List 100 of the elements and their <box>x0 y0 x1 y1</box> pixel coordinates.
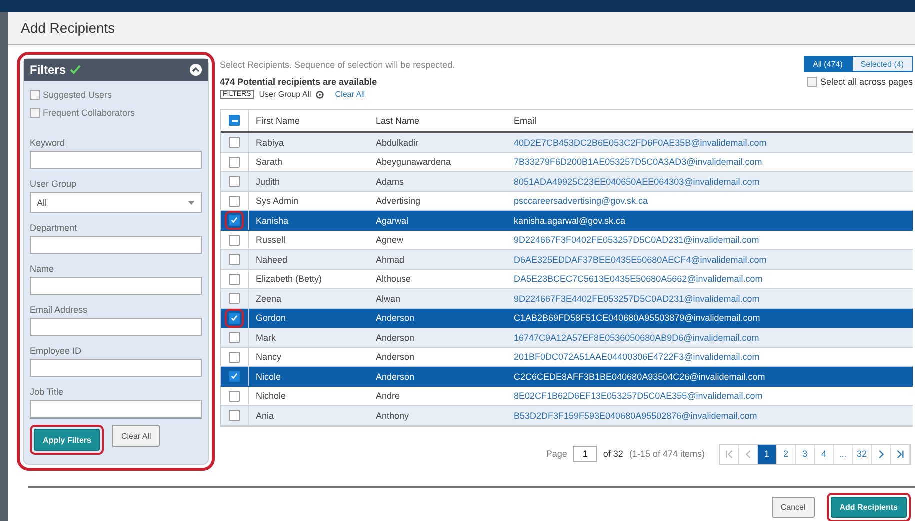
email-cell-text: C1AB2B69FD58F51CE040680A95503879@invalidemail.com <box>513 312 762 325</box>
items-range-text: (1-15 of 474 items) <box>629 449 705 459</box>
table-row[interactable]: Ania Anthony B53D2DF3F159F593E040680A95502876@invalidemail.com <box>221 406 913 426</box>
available-count-text: 474 Potential recipients are available <box>220 77 378 87</box>
table-cell-text: Sys Admin <box>255 195 300 208</box>
table-row[interactable]: Naheed Ahmad D6AE325EDDAF37BEE0435E50680AECF4@invalidemail.com <box>221 250 913 270</box>
table-cell-text: Abeygunawardena <box>375 156 452 169</box>
page-label: Page <box>546 449 568 459</box>
table-cell-text: Nicole <box>255 370 282 384</box>
row-checkbox[interactable] <box>229 137 240 148</box>
table-cell-text: Andre <box>375 390 402 403</box>
table-row[interactable]: Nicole Anderson C2C6CEDE8AFF3B1BE040680A93504C26@invalidemail.com <box>221 367 913 386</box>
email-cell-text: 7B33279F6D200B1AE053257D5C0A3AD3@invalidemail.com <box>513 156 764 169</box>
select-all-rows-checkbox[interactable] <box>229 115 240 126</box>
column-header[interactable]: Last Name <box>369 110 507 131</box>
table-row[interactable]: Sarath Abeygunawardena 7B33279F6D200B1AE053257D5C0A3AD3@invalidemail.com <box>221 152 913 172</box>
table-row[interactable]: Sys Admin Advertising psccareersadvertising@gov.sk.ca <box>221 192 913 211</box>
field-label: Email Address <box>30 305 89 315</box>
clear-all-link[interactable]: Clear All <box>335 90 366 99</box>
table-cell-text: Kanisha <box>255 214 290 228</box>
row-checkbox[interactable] <box>229 312 240 324</box>
row-checkbox[interactable] <box>229 234 240 246</box>
row-checkbox[interactable] <box>229 254 240 265</box>
table-row[interactable]: Kanisha Agarwal kanisha.agarwal@gov.sk.ca <box>221 211 913 230</box>
row-checkbox[interactable] <box>229 293 240 304</box>
table-row[interactable]: Mark Anderson 16747C9A12A57EF8E0536050680AB9D6@invalidemail.com <box>221 328 913 348</box>
input-field[interactable] <box>30 236 202 254</box>
table-cell-text: Naheed <box>255 254 289 266</box>
email-cell-text: 40D2E7CB453DC2B6E053C2FD6F0AE35B@invalidemail.com <box>513 136 768 150</box>
table-row[interactable]: Nichole Andre 8E02CF1B62D6EF13E053257D5C0AE355@invalidemail.com <box>221 386 913 406</box>
email-cell-text: psccareersadvertising@gov.sk.ca <box>513 195 650 208</box>
field-label: Employee ID <box>30 346 83 356</box>
table-row[interactable]: Judith Adams 8051ADA49925C23EE040650AEE064303@invalidemail.com <box>221 172 913 192</box>
table-row[interactable]: Zeena Alwan 9D224667F3E4402FE053257D5C0AD231@invalidemail.com <box>221 289 913 308</box>
table-cell-text: Nichole <box>255 390 288 403</box>
column-header[interactable]: First Name <box>249 110 369 131</box>
row-checkbox[interactable] <box>229 352 240 362</box>
table-cell-text: Anderson <box>375 332 416 344</box>
select-field[interactable]: All <box>30 192 202 213</box>
table-cell-text: Sarath <box>255 156 284 169</box>
row-checkbox[interactable] <box>229 196 240 206</box>
table-cell-text: Judith <box>255 176 282 188</box>
row-checkbox[interactable] <box>229 176 240 187</box>
email-cell-text: 8051ADA49925C23EE040650AEE064303@invalidemail.com <box>513 176 761 188</box>
remove-icon[interactable] <box>316 90 324 98</box>
table-cell-text: Althouse <box>375 273 412 286</box>
table-cell-text: Abdulkadir <box>375 136 420 150</box>
view-tab[interactable]: Selected (4) <box>852 56 913 72</box>
input-field[interactable] <box>30 318 202 336</box>
table-row[interactable]: Gordon Anderson C1AB2B69FD58F51CE040680A95503879@invalidemail.com <box>221 308 913 328</box>
row-checkbox[interactable] <box>229 371 240 382</box>
column-header[interactable]: Email <box>507 110 913 131</box>
table-cell-text: Elizabeth (Betty) <box>255 273 324 286</box>
input-field[interactable] <box>30 151 202 169</box>
row-checkbox[interactable] <box>229 215 240 226</box>
field-label: Job Title <box>30 387 65 397</box>
table-row[interactable]: Rabiya Abdulkadir 40D2E7CB453DC2B6E053C2FD6F0AE35B@invalidemail.com <box>221 133 913 152</box>
email-cell-text: DA5E23BCEC7C5613E0435E50680A5662@invalidemail.com <box>513 273 764 286</box>
field-label: Keyword <box>30 138 66 148</box>
table-row[interactable]: Nancy Anderson 201BF0DC072A51AAE04400306E4722F3@invalidemail.com <box>221 348 913 367</box>
page-input[interactable]: 1 <box>573 446 598 462</box>
filters-title: Filters <box>30 63 66 77</box>
row-checkbox[interactable] <box>229 274 240 284</box>
table-cell-text: Anderson <box>375 351 416 364</box>
view-tab[interactable]: All (474) <box>804 56 852 72</box>
select-all-checkbox[interactable]: Select all across pages <box>807 77 913 87</box>
apply-filters-button[interactable]: Apply Filters <box>34 429 100 451</box>
table-cell-text: Anthony <box>375 410 410 423</box>
row-checkbox[interactable] <box>229 156 240 168</box>
input-field[interactable] <box>30 277 202 295</box>
table-cell-text: Ania <box>255 410 276 422</box>
table-cell-text: Ahmad <box>375 254 406 266</box>
email-cell-text: kanisha.agarwal@gov.sk.ca <box>513 214 627 228</box>
input-field[interactable] <box>30 359 202 377</box>
field-label: Department <box>30 223 78 233</box>
collapse-icon[interactable] <box>190 64 202 76</box>
email-cell-text: 9D224667F3F0402FE053257D5C0AD231@invalidemail.com <box>513 234 760 247</box>
input-field[interactable] <box>30 400 202 418</box>
email-cell-text: B53D2DF3F159F593E040680A95502876@invalidemail.com <box>513 410 758 422</box>
table-row[interactable]: Elizabeth (Betty) Althouse DA5E23BCEC7C5613E0435E50680A5662@invalidemail.com <box>221 270 913 289</box>
filter-checkbox[interactable]: Frequent Collaborators <box>30 104 202 122</box>
page-button[interactable]: 1 <box>758 444 777 464</box>
email-cell-text: D6AE325EDDAF37BEE0435E50680AECF4@invalidemail.com <box>513 254 768 266</box>
table-cell-text: Anderson <box>375 312 416 325</box>
table-cell-text: Rabiya <box>255 136 286 150</box>
table-cell-text: Anderson <box>375 370 416 384</box>
last-arrow-icon <box>896 450 904 458</box>
add-recipients-button[interactable]: Add Recipients <box>830 496 907 518</box>
cancel-button[interactable]: Cancel <box>772 496 815 518</box>
table-row[interactable]: Russell Agnew 9D224667F3F0402FE053257D5C0AD231@invalidemail.com <box>221 230 913 250</box>
page-count-text: of 32 <box>603 449 624 459</box>
row-checkbox[interactable] <box>229 390 240 402</box>
table-cell-text: Russell <box>255 234 287 247</box>
dialog-title: Add Recipients <box>21 20 116 36</box>
field-label: Name <box>30 264 56 274</box>
filter-checkbox[interactable]: Suggested Users <box>30 86 202 104</box>
row-checkbox[interactable] <box>229 332 240 343</box>
clear-all-button[interactable]: Clear All <box>112 425 160 447</box>
table-cell-text: Advertising <box>375 195 422 208</box>
row-checkbox[interactable] <box>229 410 240 421</box>
